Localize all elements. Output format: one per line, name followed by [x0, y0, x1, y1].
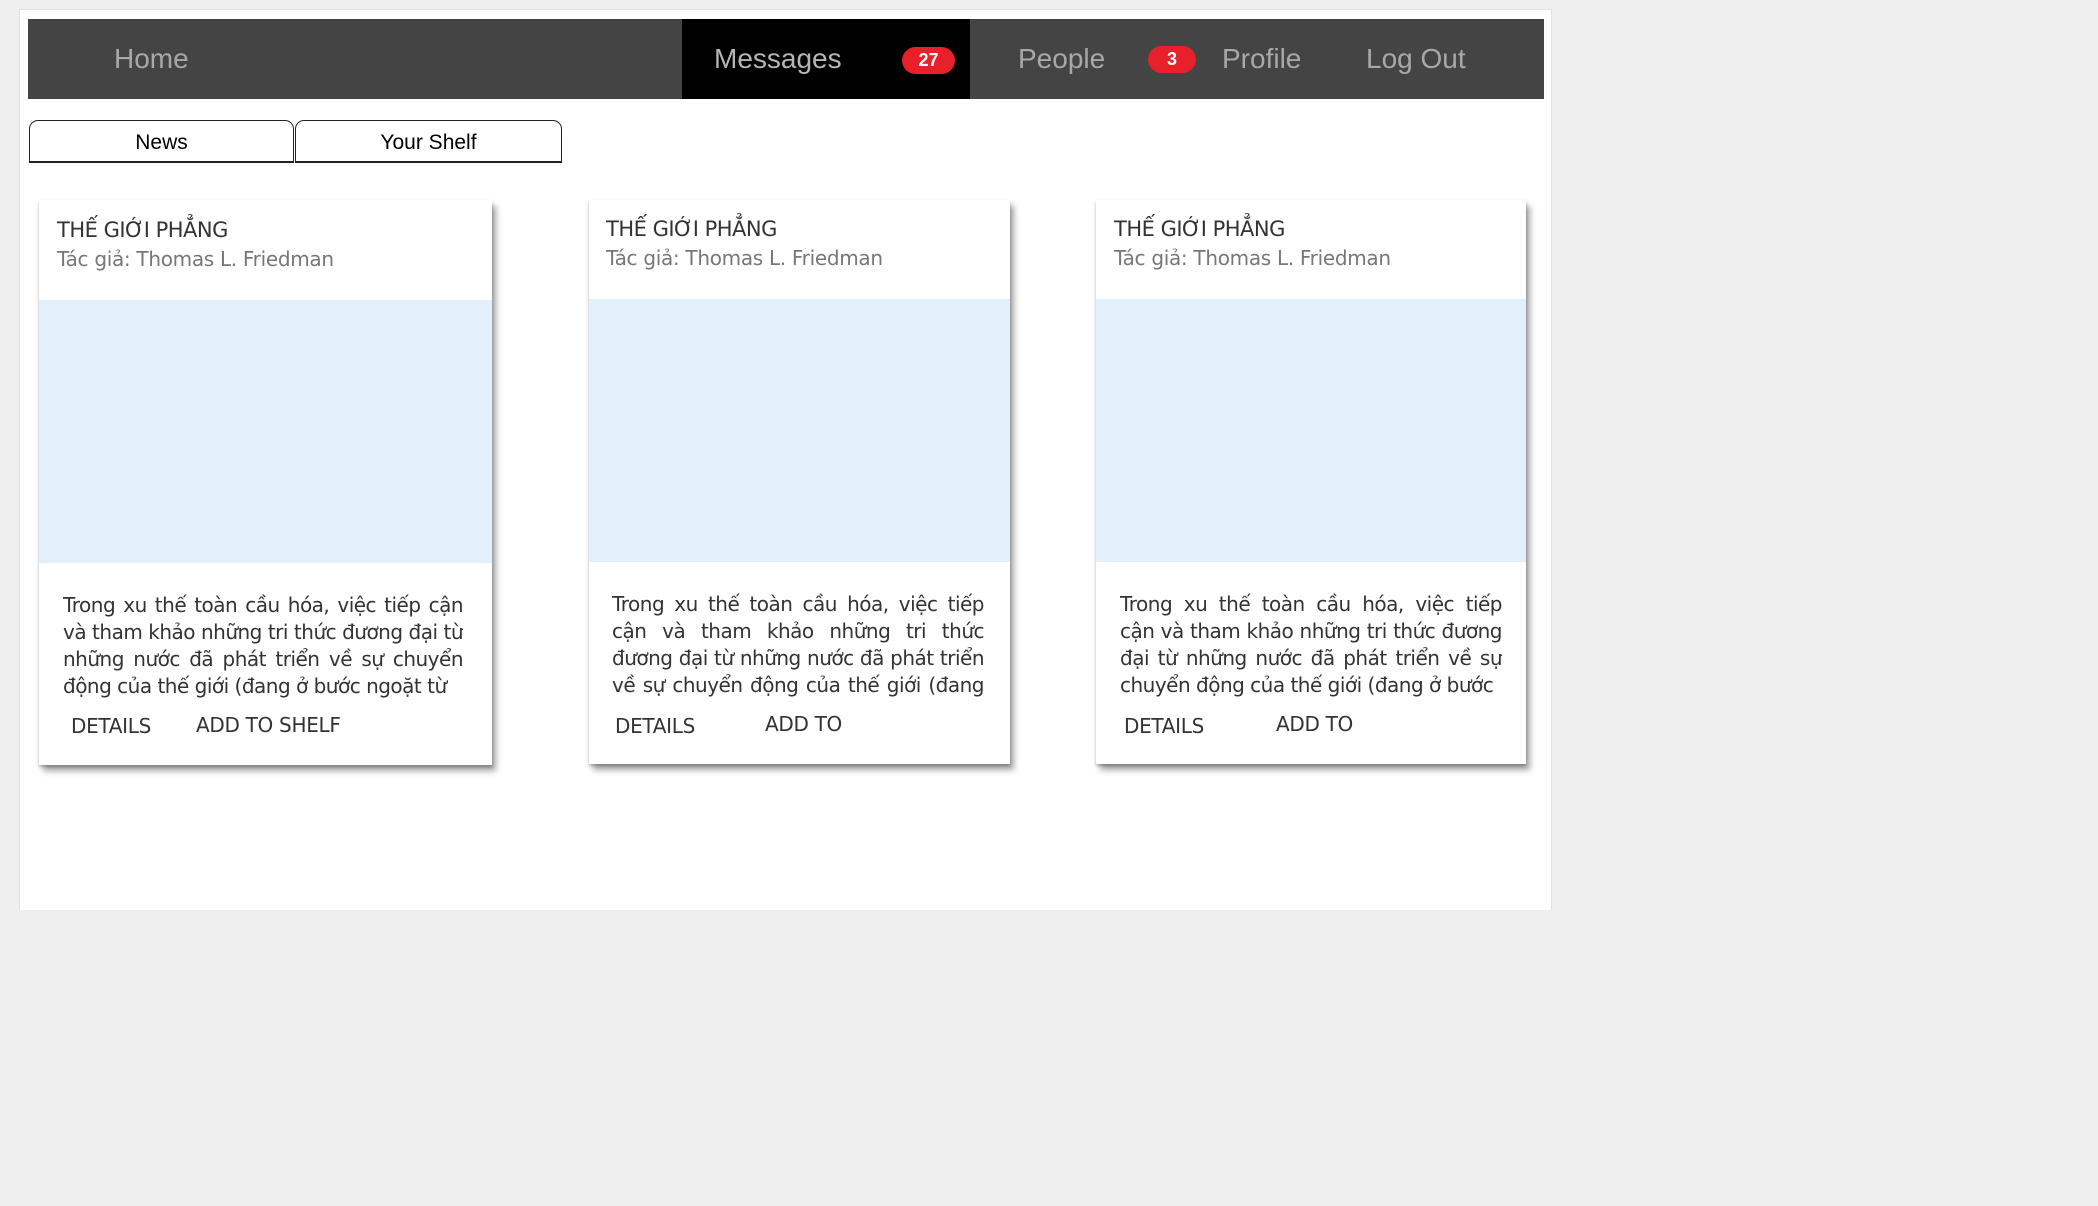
nav-people[interactable]: People — [1018, 19, 1105, 99]
nav-home[interactable]: Home — [114, 19, 189, 99]
add-to-shelf-button[interactable]: ADD TO SHELF — [196, 713, 341, 737]
book-description: Trong xu thế toàn cầu hóa, việc tiếp cận… — [63, 593, 463, 698]
book-cover-placeholder — [1096, 299, 1526, 562]
book-cover-placeholder — [39, 300, 492, 563]
details-button[interactable]: DETAILS — [1124, 714, 1204, 738]
nav-profile[interactable]: Profile — [1222, 19, 1301, 99]
nav-logout[interactable]: Log Out — [1366, 19, 1466, 99]
book-title: THẾ GIỚI PHẲNG — [57, 218, 228, 242]
book-author: Tác giả: Thomas L. Friedman — [606, 246, 883, 270]
book-cover-placeholder — [589, 299, 1010, 562]
top-nav-bar: Home Messages 27 People 3 Profile Log Ou… — [28, 19, 1544, 99]
add-to-shelf-button[interactable]: ADD TO — [1276, 712, 1353, 736]
people-count-badge: 3 — [1148, 46, 1196, 73]
messages-count-badge: 27 — [902, 47, 955, 74]
book-author: Tác giả: Thomas L. Friedman — [1114, 246, 1391, 270]
nav-messages[interactable]: Messages — [714, 19, 842, 99]
tab-your-shelf[interactable]: Your Shelf — [295, 120, 562, 163]
book-description: Trong xu thế toàn cầu hóa, việc tiếp cận… — [612, 592, 984, 697]
details-button[interactable]: DETAILS — [615, 714, 695, 738]
book-card: THẾ GIỚI PHẲNG Tác giả: Thomas L. Friedm… — [589, 200, 1010, 764]
details-button[interactable]: DETAILS — [71, 714, 151, 738]
book-card: THẾ GIỚI PHẲNG Tác giả: Thomas L. Friedm… — [39, 200, 492, 765]
book-card: THẾ GIỚI PHẲNG Tác giả: Thomas L. Friedm… — [1096, 200, 1526, 764]
tab-news[interactable]: News — [29, 120, 294, 163]
book-author: Tác giả: Thomas L. Friedman — [57, 247, 334, 271]
book-description: Trong xu thế toàn cầu hóa, việc tiếp cận… — [1120, 592, 1502, 697]
book-title: THẾ GIỚI PHẲNG — [1114, 217, 1285, 241]
book-title: THẾ GIỚI PHẲNG — [606, 217, 777, 241]
add-to-shelf-button[interactable]: ADD TO — [765, 712, 842, 736]
